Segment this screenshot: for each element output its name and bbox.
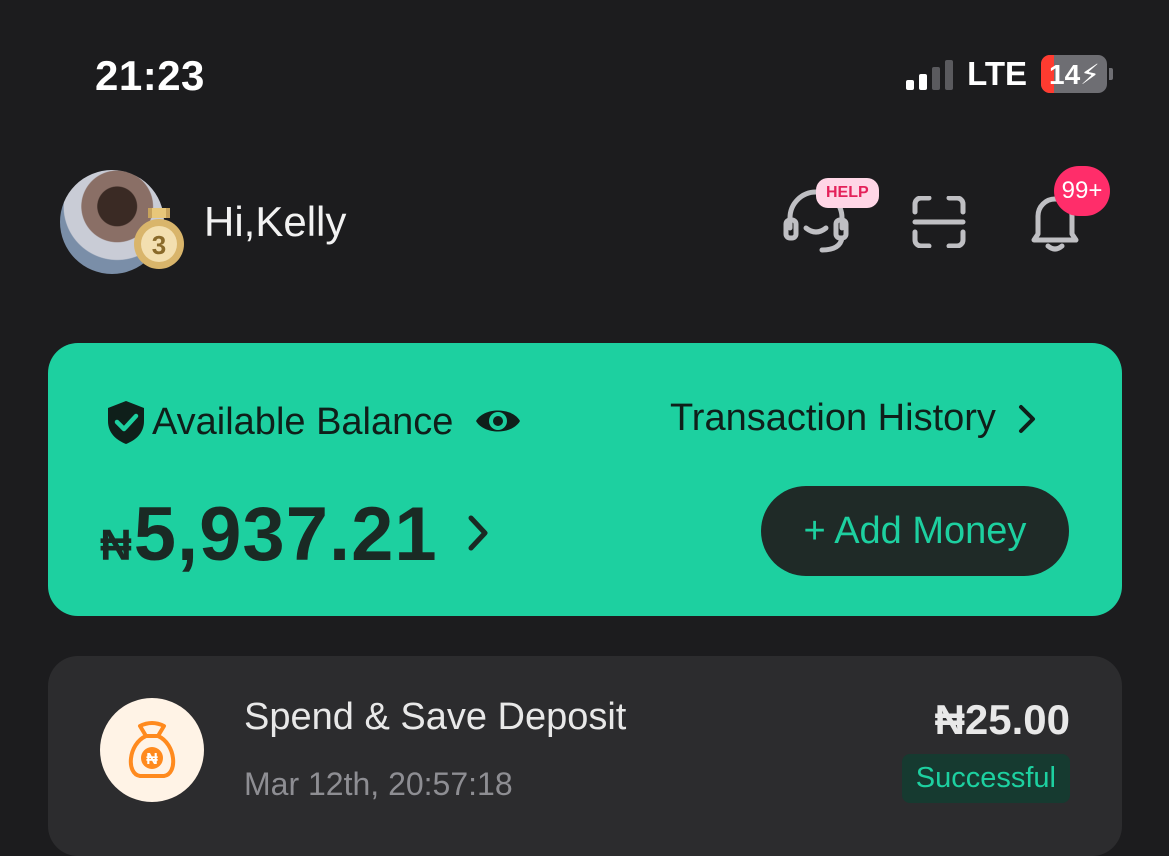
balance-chevron-icon[interactable] [466,513,490,558]
transaction-history-label: Transaction History [670,397,996,439]
add-money-button[interactable]: + Add Money [761,486,1069,576]
transaction-history-link[interactable]: Transaction History [670,397,1036,440]
balance-value: 5,937.21 [133,492,438,577]
help-button[interactable]: HELP [782,178,882,253]
transaction-amount: ₦25.00 [934,696,1070,743]
transaction-time: Mar 12th, 20:57:18 [244,766,513,802]
greeting: Hi,Kelly [204,198,347,245]
transaction-title: Spend & Save Deposit [244,696,627,738]
battery-icon: 14⚡ [1041,55,1107,93]
network-label: LTE [967,55,1027,92]
transaction-item[interactable]: ₦ Spend & Save Deposit Mar 12th, 20:57:1… [48,656,1122,856]
status-time: 21:23 [95,52,205,99]
eye-icon[interactable] [474,403,522,444]
svg-text:₦: ₦ [146,751,158,768]
scan-icon[interactable] [912,195,966,253]
status-badge: Successful [901,754,1070,803]
available-balance-label: Available Balance [152,401,454,443]
notification-badge: 99+ [1054,166,1110,216]
level-medal-icon: 3 [132,208,186,272]
shield-check-icon [106,399,146,450]
status-indicators: LTE 14⚡ [906,55,1113,93]
balance-card: Available Balance Transaction History ₦ … [48,343,1122,616]
money-bag-icon: ₦ [100,698,204,802]
battery-level: 14 [1049,58,1081,90]
charging-bolt-icon: ⚡ [1080,58,1100,90]
signal-icon [906,58,954,90]
chevron-right-icon [1018,404,1035,433]
balance-amount[interactable]: ₦ 5,937.21 [100,491,438,578]
help-badge: HELP [816,178,879,208]
medal-level: 3 [152,230,166,260]
notifications-button[interactable]: 99+ [1028,166,1118,256]
currency-symbol: ₦ [100,521,132,570]
